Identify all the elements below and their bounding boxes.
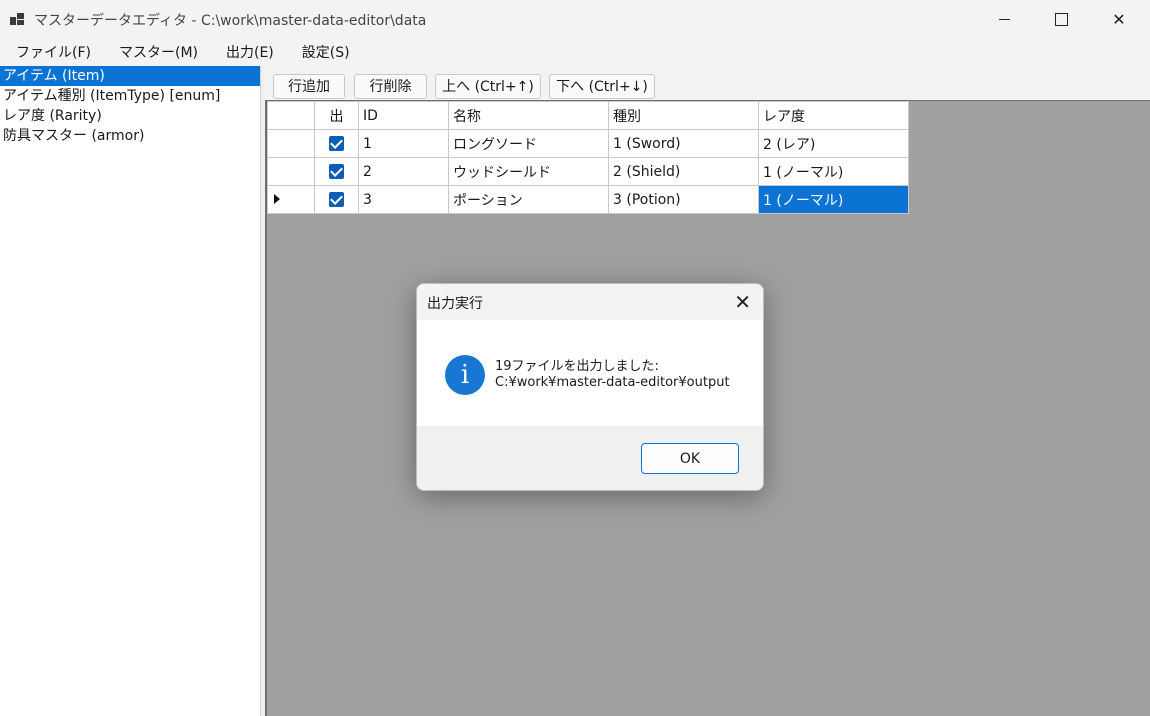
master-item-item[interactable]: アイテム (Item) [0,66,260,86]
master-item-rarity[interactable]: レア度 (Rarity) [0,106,260,126]
master-item-itemtype[interactable]: アイテム種別 (ItemType) [enum] [0,86,260,106]
dialog-body: i 19ファイルを出力しました: C:¥work¥master-data-edi… [417,320,763,426]
row-header-current[interactable] [267,185,315,214]
close-button[interactable]: ✕ [1090,0,1148,38]
out-cell[interactable] [314,157,359,186]
dialog-output-path: C:¥work¥master-data-editor¥output [495,375,730,390]
table-row[interactable]: 1 ロングソード 1 (Sword) 2 (レア) [267,129,909,158]
row-header[interactable] [267,157,315,186]
table-row[interactable]: 3 ポーション 3 (Potion) 1 (ノーマル) [267,185,909,214]
delete-row-button[interactable]: 行削除 [354,74,427,99]
grid-header-row: 出 ID 名称 種別 レア度 [267,101,909,130]
title-bar: マスターデータエディタ - C:\work\master-data-editor… [0,0,1150,38]
maximize-button[interactable] [1032,0,1090,38]
column-header-type[interactable]: 種別 [608,101,759,130]
out-cell[interactable] [314,129,359,158]
move-down-button[interactable]: 下へ (Ctrl+↓) [549,74,655,99]
table-row[interactable]: 2 ウッドシールド 2 (Shield) 1 (ノーマル) [267,157,909,186]
id-cell[interactable]: 3 [358,185,449,214]
row-header[interactable] [267,129,315,158]
move-up-button[interactable]: 上へ (Ctrl+↑) [435,74,541,99]
menu-settings[interactable]: 設定(S) [290,38,362,68]
rarity-cell[interactable]: 2 (レア) [758,129,909,158]
column-header-id[interactable]: ID [358,101,449,130]
data-grid: 出 ID 名称 種別 レア度 1 ロングソード 1 (Sword) 2 (レア)… [267,101,909,214]
name-cell[interactable]: ポーション [448,185,609,214]
id-cell[interactable]: 2 [358,157,449,186]
rarity-cell-selected[interactable]: 1 (ノーマル) [758,185,909,214]
dialog-title-bar: 出力実行 ✕ [417,284,763,320]
close-icon: ✕ [1112,9,1126,29]
info-icon: i [445,355,485,395]
checkbox-checked-icon[interactable] [329,164,344,179]
type-cell[interactable]: 2 (Shield) [608,157,759,186]
app-icon [10,11,26,27]
menu-master[interactable]: マスター(M) [107,38,210,68]
checkbox-checked-icon[interactable] [329,192,344,207]
maximize-icon [1054,12,1068,26]
dialog-title: 出力実行 [427,296,483,312]
current-row-arrow-icon [274,193,280,204]
dialog-footer: OK [417,426,763,490]
type-cell[interactable]: 3 (Potion) [608,185,759,214]
row-header-corner [267,101,315,130]
dialog-message: 19ファイルを出力しました: [495,359,659,374]
id-cell[interactable]: 1 [358,129,449,158]
column-header-name[interactable]: 名称 [448,101,609,130]
checkbox-checked-icon[interactable] [329,136,344,151]
menu-file[interactable]: ファイル(F) [4,38,103,68]
add-row-button[interactable]: 行追加 [273,74,345,99]
name-cell[interactable]: ロングソード [448,129,609,158]
master-item-armor[interactable]: 防具マスター (armor) [0,126,260,146]
ok-button[interactable]: OK [641,443,739,474]
menu-output[interactable]: 出力(E) [214,38,286,68]
toolbar: 行追加 行削除 上へ (Ctrl+↑) 下へ (Ctrl+↓) [265,66,1150,100]
out-cell[interactable] [314,185,359,214]
type-cell[interactable]: 1 (Sword) [608,129,759,158]
minimize-button[interactable] [975,0,1033,38]
dialog-close-button[interactable]: ✕ [734,290,751,314]
message-dialog: 出力実行 ✕ i 19ファイルを出力しました: C:¥work¥master-d… [416,283,764,491]
column-header-rarity[interactable]: レア度 [758,101,909,130]
minimize-icon [998,18,1010,20]
rarity-cell[interactable]: 1 (ノーマル) [758,157,909,186]
column-header-out[interactable]: 出 [314,101,359,130]
master-list: アイテム (Item) アイテム種別 (ItemType) [enum] レア度… [0,66,261,716]
name-cell[interactable]: ウッドシールド [448,157,609,186]
window-title: マスターデータエディタ - C:\work\master-data-editor… [34,13,427,29]
menu-bar: ファイル(F) マスター(M) 出力(E) 設定(S) [0,38,1150,68]
